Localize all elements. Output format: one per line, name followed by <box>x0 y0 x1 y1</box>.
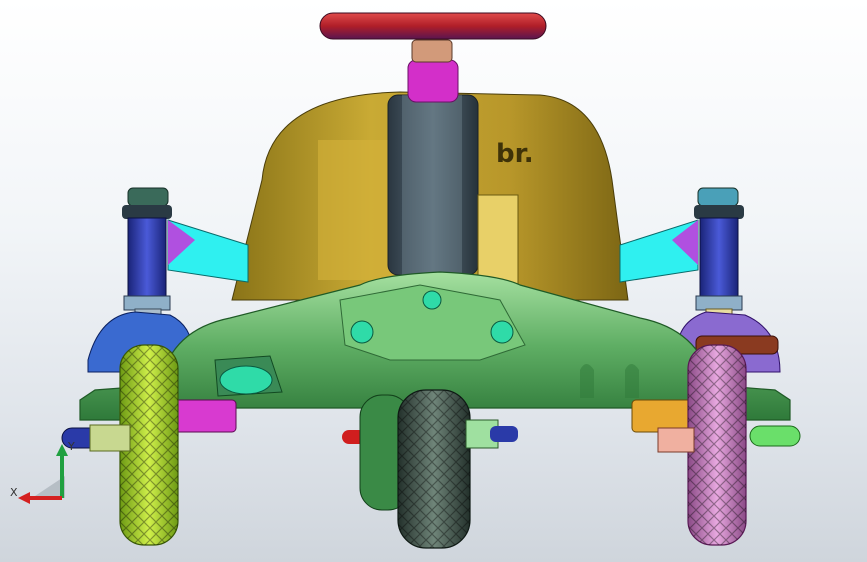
kart-model[interactable]: br. <box>0 0 867 562</box>
graphics-viewport[interactable]: br. X Y <box>0 0 867 562</box>
y-axis-label: Y <box>67 440 75 453</box>
seat-logo-text: br. <box>496 139 534 169</box>
x-axis-label: X <box>10 486 18 499</box>
steering-wheel[interactable] <box>319 12 547 40</box>
center-wheel[interactable] <box>342 389 518 549</box>
coordinate-triad: X Y <box>10 440 75 504</box>
